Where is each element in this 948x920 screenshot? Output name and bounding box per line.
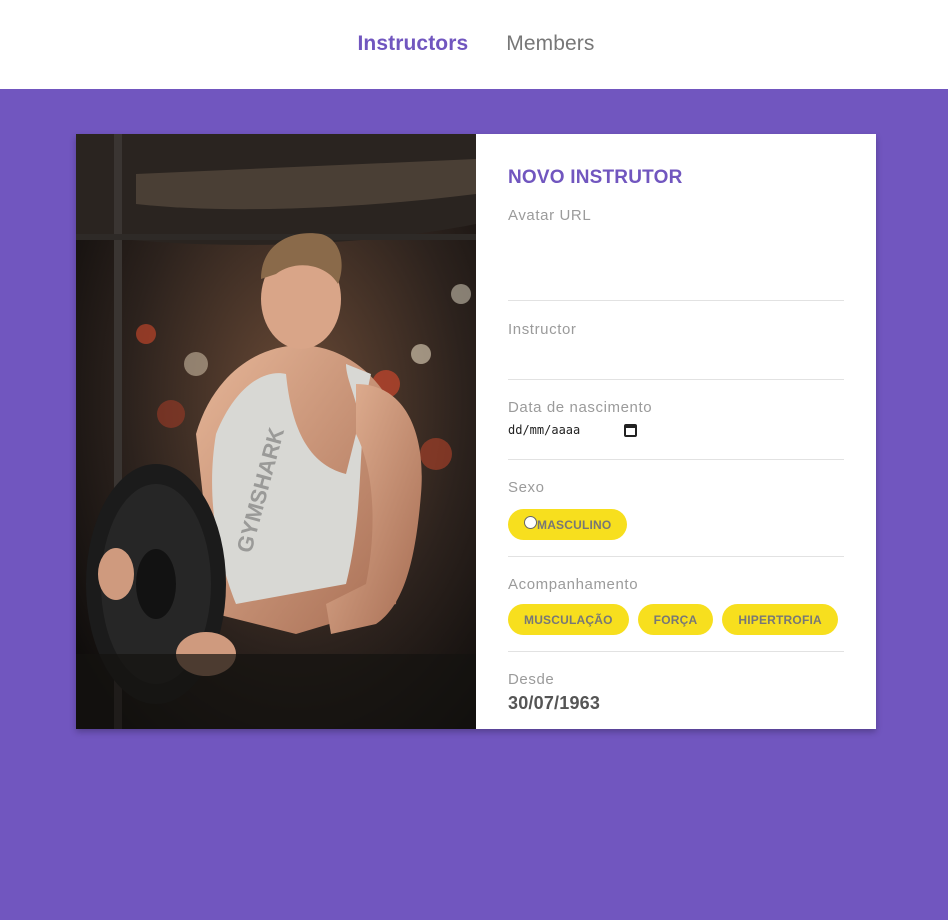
desde-value: 30/07/1963	[508, 693, 601, 713]
instructor-input[interactable]	[508, 338, 844, 372]
birth-date-label: Data de nascimento	[508, 399, 653, 416]
desde-label: Desde	[508, 671, 555, 688]
tag-musculacao: MUSCULAÇÃO	[508, 604, 629, 635]
sexo-option-label: MASCULINO	[537, 517, 612, 532]
sexo-label: Sexo	[508, 479, 545, 496]
instructor-card: GYMSHARK NOVO INSTRUTOR Avatar URL Instr…	[76, 134, 876, 729]
avatar-url-input[interactable]	[508, 224, 844, 258]
nav-link-instructors[interactable]: Instructors	[357, 32, 468, 56]
acompanhamento-field: Acompanhamento MUSCULAÇÃO FORÇA HIPERTRO…	[508, 557, 844, 652]
instructor-field: Instructor	[508, 301, 844, 380]
birth-date-input[interactable]: dd/mm/aaaa	[508, 423, 844, 437]
main-nav: Instructors Members	[357, 32, 594, 56]
instructor-form: NOVO INSTRUTOR Avatar URL Instructor Dat…	[476, 134, 876, 729]
sexo-option-masculino[interactable]: MASCULINO	[508, 509, 628, 540]
desde-field: Desde 30/07/1963	[508, 652, 844, 714]
instructor-photo: GYMSHARK	[76, 134, 476, 729]
instructor-label: Instructor	[508, 321, 577, 338]
gym-photo-illustration: GYMSHARK	[76, 134, 476, 729]
tag-forca: FORÇA	[637, 604, 714, 635]
acompanhamento-tags: MUSCULAÇÃO FORÇA HIPERTROFIA	[508, 604, 844, 635]
radio-button[interactable]	[524, 516, 537, 529]
avatar-url-field: Avatar URL	[508, 207, 844, 301]
calendar-icon[interactable]	[624, 423, 638, 437]
acompanhamento-label: Acompanhamento	[508, 576, 639, 593]
form-title: NOVO INSTRUTOR	[508, 167, 683, 188]
top-header: Instructors Members	[0, 0, 948, 89]
avatar-url-label: Avatar URL	[508, 207, 592, 224]
tag-hipertrofia: HIPERTROFIA	[722, 604, 838, 635]
nav-link-members[interactable]: Members	[506, 32, 594, 56]
birth-date-placeholder: dd/mm/aaaa	[508, 423, 581, 437]
birth-date-field: Data de nascimento dd/mm/aaaa	[508, 380, 844, 460]
sexo-field: Sexo MASCULINO	[508, 460, 844, 557]
